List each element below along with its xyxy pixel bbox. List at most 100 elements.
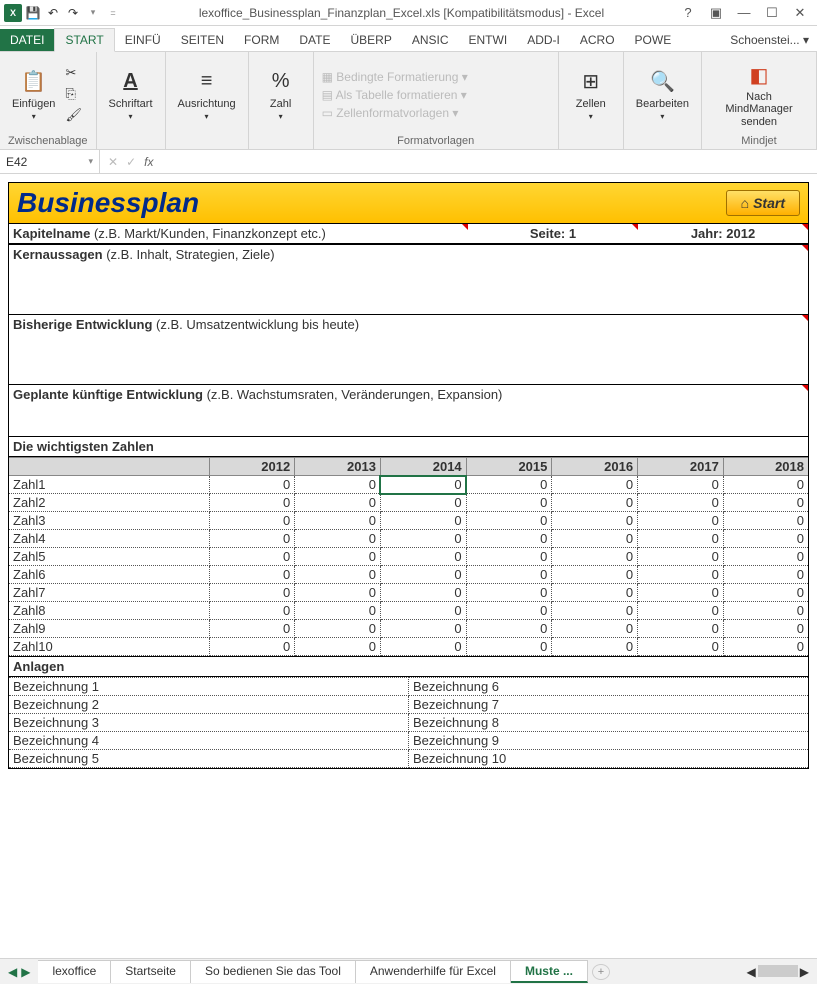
tab-developer[interactable]: ENTWI: [459, 29, 518, 51]
kapitelname-cell[interactable]: Kapitelname (z.B. Markt/Kunden, Finanzko…: [9, 224, 468, 243]
data-cell[interactable]: 0: [380, 602, 466, 620]
data-cell[interactable]: 0: [209, 548, 295, 566]
tab-formulas[interactable]: FORM: [234, 29, 289, 51]
data-cell[interactable]: 0: [466, 584, 552, 602]
comment-indicator-icon[interactable]: [802, 315, 808, 321]
row-label[interactable]: Zahl5: [9, 548, 209, 566]
tab-acrobat[interactable]: ACRO: [570, 29, 625, 51]
data-cell[interactable]: 0: [209, 530, 295, 548]
data-cell[interactable]: 0: [466, 566, 552, 584]
hscroll[interactable]: ◀▶: [739, 965, 817, 979]
data-cell[interactable]: 0: [209, 638, 295, 656]
data-cell[interactable]: 0: [638, 530, 724, 548]
data-cell[interactable]: 0: [380, 512, 466, 530]
worksheet-area[interactable]: Businessplan ⌂Start Kapitelname (z.B. Ma…: [0, 174, 817, 777]
account-name[interactable]: Schoenstei... ▾: [722, 29, 817, 51]
data-cell[interactable]: 0: [723, 620, 808, 638]
data-cell[interactable]: 0: [552, 602, 638, 620]
scroll-right-icon[interactable]: ▶: [800, 965, 809, 979]
data-cell[interactable]: 0: [295, 638, 381, 656]
sheet-tab[interactable]: Muste ...: [511, 960, 588, 983]
help-icon[interactable]: ?: [677, 5, 699, 21]
data-cell[interactable]: 0: [295, 566, 381, 584]
anlage-cell[interactable]: Bezeichnung 7: [409, 696, 809, 714]
alignment-button[interactable]: ≡ Ausrichtung ▾: [174, 66, 240, 123]
anlage-cell[interactable]: Bezeichnung 4: [9, 732, 409, 750]
mindmanager-button[interactable]: ◧ Nach MindManager senden: [710, 59, 808, 129]
data-cell[interactable]: 0: [723, 512, 808, 530]
data-cell[interactable]: 0: [466, 530, 552, 548]
anlage-cell[interactable]: Bezeichnung 3: [9, 714, 409, 732]
comment-indicator-icon[interactable]: [802, 224, 808, 230]
anlage-cell[interactable]: Bezeichnung 6: [409, 678, 809, 696]
save-icon[interactable]: 💾: [24, 4, 42, 22]
row-label[interactable]: Zahl2: [9, 494, 209, 512]
data-cell[interactable]: 0: [638, 602, 724, 620]
data-cell[interactable]: 0: [638, 512, 724, 530]
jahr-cell[interactable]: Jahr: 2012: [638, 224, 808, 243]
data-cell[interactable]: 0: [380, 620, 466, 638]
geplante-header[interactable]: Geplante künftige Entwicklung (z.B. Wach…: [9, 384, 808, 404]
data-cell[interactable]: 0: [380, 566, 466, 584]
data-cell[interactable]: 0: [638, 548, 724, 566]
data-cell[interactable]: 0: [723, 602, 808, 620]
data-cell[interactable]: 0: [380, 476, 466, 494]
sheet-tab[interactable]: Startseite: [111, 960, 191, 983]
font-button[interactable]: A Schriftart ▾: [105, 66, 157, 123]
tab-powerpivot[interactable]: POWE: [625, 29, 682, 51]
data-cell[interactable]: 0: [723, 548, 808, 566]
kernaussagen-body[interactable]: [9, 264, 808, 314]
data-cell[interactable]: 0: [723, 530, 808, 548]
data-cell[interactable]: 0: [723, 584, 808, 602]
data-cell[interactable]: 0: [552, 512, 638, 530]
data-cell[interactable]: 0: [723, 638, 808, 656]
number-button[interactable]: % Zahl ▾: [257, 66, 305, 123]
data-cell[interactable]: 0: [466, 620, 552, 638]
maximize-icon[interactable]: ☐: [761, 5, 783, 21]
data-cell[interactable]: 0: [466, 548, 552, 566]
scroll-thumb[interactable]: [758, 965, 798, 977]
qat-more-icon[interactable]: ▾: [84, 4, 102, 22]
data-cell[interactable]: 0: [552, 584, 638, 602]
data-cell[interactable]: 0: [295, 548, 381, 566]
geplante-body[interactable]: [9, 404, 808, 436]
cut-icon[interactable]: ✂: [65, 65, 83, 83]
data-cell[interactable]: 0: [209, 476, 295, 494]
data-cell[interactable]: 0: [295, 476, 381, 494]
qat-overflow-icon[interactable]: =: [104, 4, 122, 22]
data-cell[interactable]: 0: [638, 620, 724, 638]
sheet-tab[interactable]: So bedienen Sie das Tool: [191, 960, 356, 983]
data-cell[interactable]: 0: [638, 566, 724, 584]
editing-button[interactable]: 🔍 Bearbeiten ▾: [632, 66, 693, 123]
redo-icon[interactable]: ↷: [64, 4, 82, 22]
fx-icon[interactable]: fx: [144, 155, 153, 169]
data-cell[interactable]: 0: [466, 512, 552, 530]
kernaussagen-header[interactable]: Kernaussagen (z.B. Inhalt, Strategien, Z…: [9, 244, 808, 264]
undo-icon[interactable]: ↶: [44, 4, 62, 22]
data-cell[interactable]: 0: [638, 638, 724, 656]
data-cell[interactable]: 0: [466, 638, 552, 656]
data-cell[interactable]: 0: [295, 494, 381, 512]
comment-indicator-icon[interactable]: [802, 385, 808, 391]
data-cell[interactable]: 0: [723, 476, 808, 494]
data-cell[interactable]: 0: [295, 584, 381, 602]
row-label[interactable]: Zahl8: [9, 602, 209, 620]
prev-sheet-icon[interactable]: ◀: [8, 965, 17, 979]
row-label[interactable]: Zahl4: [9, 530, 209, 548]
data-cell[interactable]: 0: [638, 494, 724, 512]
sheet-tab[interactable]: Anwenderhilfe für Excel: [356, 960, 511, 983]
data-cell[interactable]: 0: [209, 512, 295, 530]
anlage-cell[interactable]: Bezeichnung 5: [9, 750, 409, 768]
ribbon-display-icon[interactable]: ▣: [705, 5, 727, 21]
anlage-cell[interactable]: Bezeichnung 1: [9, 678, 409, 696]
data-cell[interactable]: 0: [295, 620, 381, 638]
row-label[interactable]: Zahl3: [9, 512, 209, 530]
data-cell[interactable]: 0: [380, 584, 466, 602]
sheet-nav[interactable]: ◀▶: [0, 965, 38, 979]
data-cell[interactable]: 0: [209, 620, 295, 638]
data-cell[interactable]: 0: [638, 584, 724, 602]
anlage-cell[interactable]: Bezeichnung 8: [409, 714, 809, 732]
name-box[interactable]: E42▾: [0, 150, 100, 173]
paste-button[interactable]: 📋 Einfügen ▾: [8, 66, 59, 123]
data-cell[interactable]: 0: [552, 530, 638, 548]
